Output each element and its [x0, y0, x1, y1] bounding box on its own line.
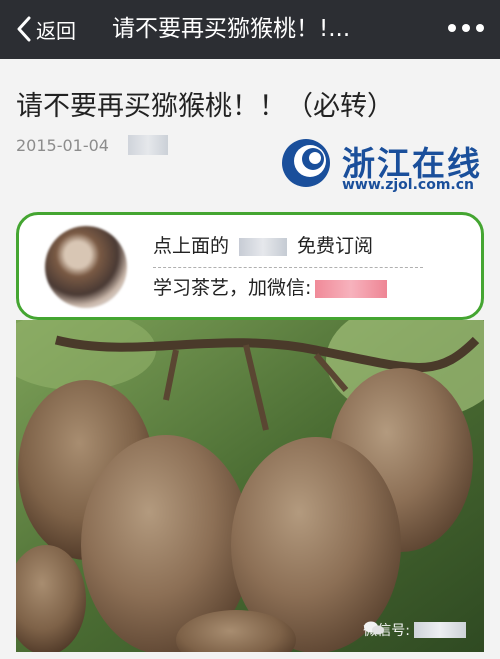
- zjol-logo: 浙江在线 www.zjol.com.cn: [280, 137, 490, 201]
- subscribe-line-2: 学习茶艺，加微信:: [153, 273, 388, 300]
- wechat-prompt: 学习茶艺，加微信:: [153, 277, 312, 299]
- subscribe-line-1: 点上面的 免费订阅: [153, 231, 373, 258]
- subscribe-prefix: 点上面的: [153, 235, 230, 257]
- wechat-icon: [364, 621, 385, 635]
- account-name-blurred[interactable]: [128, 135, 168, 155]
- nav-title: 请不要再买猕猴桃！!...: [112, 16, 351, 42]
- more-dot-icon: [462, 24, 470, 32]
- back-label: 返回: [36, 18, 76, 43]
- subscribe-suffix: 免费订阅: [297, 235, 374, 257]
- article-content: 请不要再买猕猴桃！！（必转） 2015-01-04 浙江在线 www.zjol.…: [0, 59, 500, 659]
- back-button[interactable]: 返回: [16, 12, 76, 46]
- logo-url: www.zjol.com.cn: [342, 177, 474, 193]
- subscribe-card[interactable]: 点上面的 免费订阅 学习茶艺，加微信:: [16, 212, 484, 320]
- avatar: [45, 226, 127, 308]
- top-navbar: 返回 请不要再买猕猴桃！!...: [0, 0, 500, 59]
- kiwi-photo: 微信号:: [16, 320, 484, 652]
- more-button[interactable]: [448, 18, 484, 38]
- account-name-blurred: [239, 237, 288, 256]
- more-dot-icon: [448, 24, 456, 32]
- wechat-id-blurred: [414, 622, 466, 638]
- chevron-left-icon: [17, 16, 31, 42]
- zjol-logo-icon: [282, 139, 330, 187]
- article-title: 请不要再买猕猴桃！！（必转）: [16, 91, 394, 122]
- wechat-id-blurred: [315, 279, 388, 298]
- divider: [153, 267, 423, 268]
- article-date: 2015-01-04: [16, 136, 109, 155]
- more-dot-icon: [476, 24, 484, 32]
- kiwi-fruit-image: [16, 320, 484, 652]
- wechat-watermark: 微信号:: [363, 620, 466, 640]
